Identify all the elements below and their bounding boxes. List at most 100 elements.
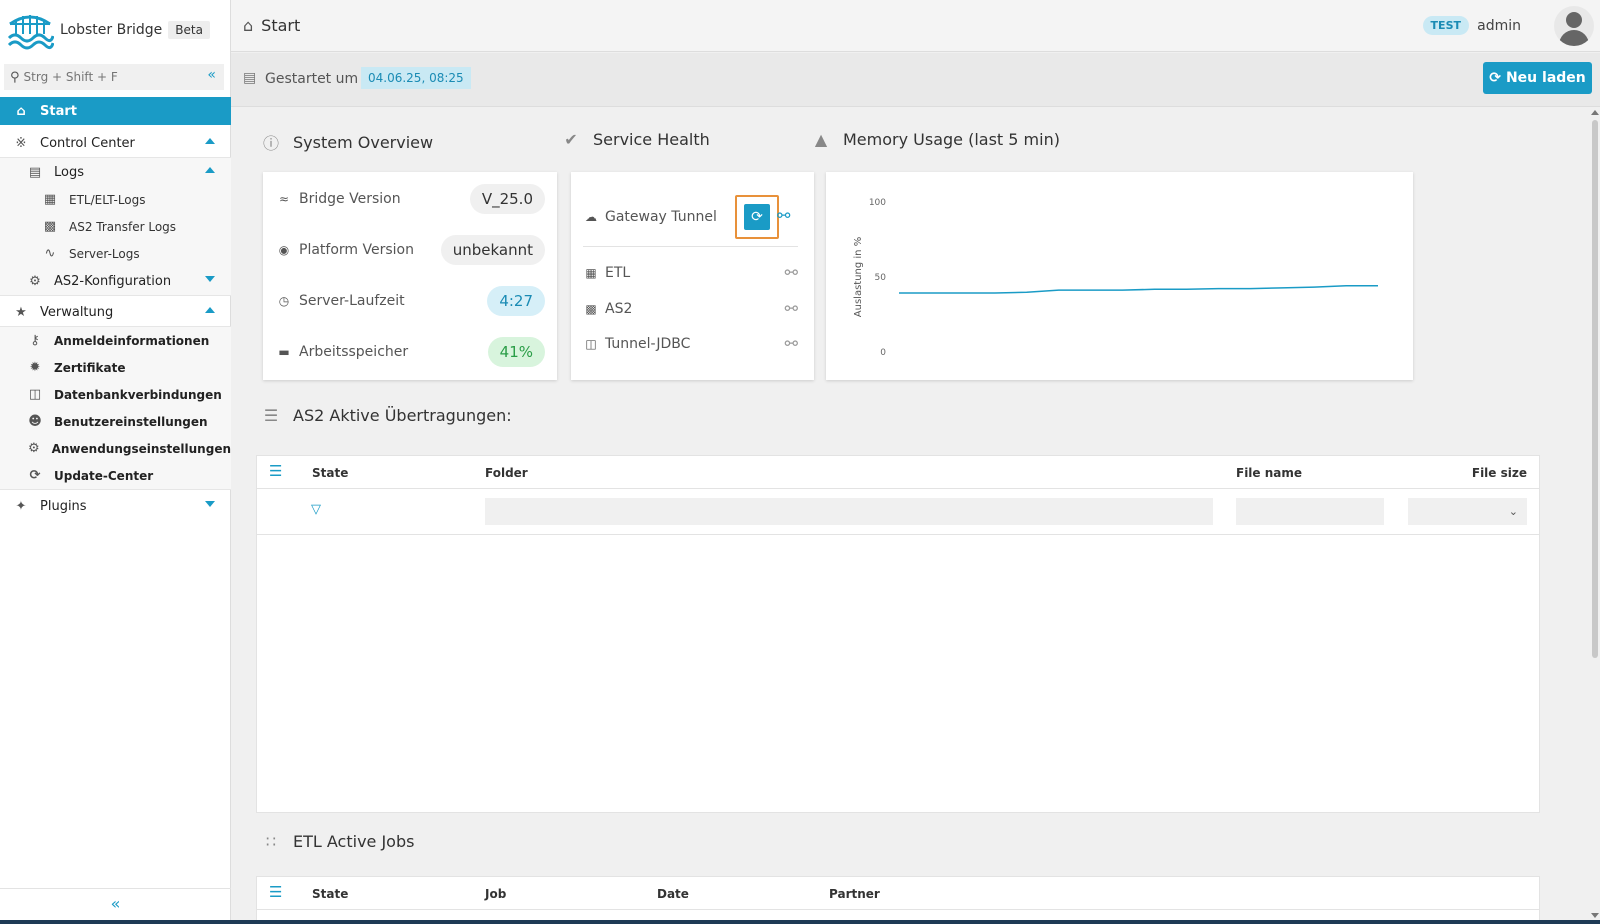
reload-button[interactable]: ⟳ Neu laden	[1483, 62, 1592, 94]
memory-icon: ▬	[278, 345, 290, 359]
sidebar-item-label: AS2 Transfer Logs	[69, 219, 177, 234]
col-date[interactable]: Date	[657, 887, 689, 901]
memory-row: ▬ Arbeitsspeicher 41%	[275, 337, 545, 367]
status-bar: ▤ Gestartet um 04.06.25, 08:25 ⟳ Neu lad…	[231, 53, 1600, 107]
gateway-refresh-button[interactable]: ⟳	[735, 195, 779, 239]
divider	[0, 489, 231, 490]
scrollbar-thumb[interactable]	[1592, 120, 1598, 658]
caret-up-icon	[205, 138, 215, 144]
column-menu-icon[interactable]: ☰	[269, 883, 282, 901]
star-icon: ★	[15, 304, 27, 320]
service-health-title: ✔ Service Health	[561, 130, 710, 149]
reload-label: Neu laden	[1505, 70, 1586, 86]
chevron-down-icon: ⌄	[1508, 505, 1518, 518]
collapse-search-icon[interactable]: «	[207, 67, 216, 83]
system-overview-title: ⓘ System Overview	[261, 130, 433, 154]
verwaltung-group: ⚷ Anmeldeinformationen ✹ Zertifikate ◫ D…	[0, 327, 231, 489]
service-jdbc-row: ◫ Tunnel-JDBC ⚯	[583, 333, 798, 355]
scroll-down-icon[interactable]	[1591, 913, 1599, 918]
page-title: Start	[261, 16, 301, 35]
user-name[interactable]: admin	[1477, 18, 1521, 34]
y-tick-0: 0	[880, 348, 886, 358]
caret-down-icon	[205, 501, 215, 507]
etl-jobs-table: ☰ State Job Date Partner	[256, 876, 1540, 920]
collapse-sidebar-icon[interactable]: «	[0, 888, 231, 920]
col-filesize[interactable]: File size	[1472, 466, 1527, 480]
sidebar-item-logs[interactable]: ▤ Logs	[0, 158, 231, 186]
link-icon[interactable]: ⚯	[785, 263, 798, 282]
sidebar-item-anmeldeinformationen[interactable]: ⚷ Anmeldeinformationen	[0, 327, 231, 354]
filesize-filter-select[interactable]: ⌄	[1408, 498, 1527, 525]
sidebar-item-label: Control Center	[40, 135, 135, 151]
etl-icon: ▦	[585, 266, 597, 280]
memory-value: 41%	[487, 337, 545, 367]
sidebar-item-verwaltung[interactable]: ★ Verwaltung	[0, 298, 231, 326]
gears-icon: ⚙	[29, 273, 41, 289]
calendar-icon: ▤	[243, 70, 257, 86]
caret-down-icon	[205, 276, 215, 282]
sidebar-item-label: Verwaltung	[40, 304, 114, 320]
search-input[interactable]	[23, 70, 184, 84]
control-center-group: ▤ Logs ▦ ETL/ELT-Logs ▩ AS2 Transfer Log…	[0, 158, 231, 295]
sidebar-item-as2-konfiguration[interactable]: ⚙ AS2-Konfiguration	[0, 267, 231, 295]
users-icon: ☻	[28, 414, 42, 429]
sidebar-item-server-logs[interactable]: ∿ Server-Logs	[0, 240, 231, 267]
col-job[interactable]: Job	[485, 887, 506, 901]
sidebar-item-start[interactable]: ⌂ Start	[0, 97, 231, 125]
section-title-text: Service Health	[593, 130, 710, 149]
link-icon[interactable]: ⚯	[785, 334, 798, 353]
col-filename[interactable]: File name	[1236, 466, 1302, 480]
refresh-icon: ⟳	[29, 468, 41, 483]
sidebar-item-as2-logs[interactable]: ▩ AS2 Transfer Logs	[0, 213, 231, 240]
antenna-icon: ※	[15, 135, 27, 151]
filter-row: ▽ ⌄	[257, 489, 1539, 535]
info-icon: ⓘ	[262, 134, 279, 153]
home-icon: ⌂	[16, 103, 26, 119]
as2-transfers-table: ☰ State Folder File name File size ▽ ⌄	[256, 455, 1540, 813]
platform-version-value: unbekannt	[440, 235, 545, 265]
section-title-text: AS2 Aktive Übertragungen:	[293, 406, 512, 425]
sidebar-item-plugins[interactable]: ✦ Plugins	[0, 492, 231, 520]
sidebar-item-label: Update-Center	[54, 468, 154, 483]
service-health-card: ☁ Gateway Tunnel ⟳ ⚯ ▦ ETL ⚯ ▩ AS2 ⚯ ◫ T…	[571, 172, 814, 380]
taskbar	[0, 920, 1600, 924]
sidebar-item-update-center[interactable]: ⟳ Update-Center	[0, 462, 231, 489]
service-label: Tunnel-JDBC	[605, 336, 691, 352]
chart-ylabel: Auslastung in %	[853, 237, 864, 317]
col-state[interactable]: State	[312, 887, 348, 901]
filter-icon[interactable]: ▽	[311, 502, 321, 517]
refresh-icon: ⟳	[1489, 70, 1501, 86]
link-icon[interactable]: ⚯	[777, 206, 814, 225]
page-scrollbar[interactable]	[1590, 108, 1600, 920]
column-menu-icon[interactable]: ☰	[269, 462, 282, 480]
folder-filter-input[interactable]	[485, 498, 1213, 525]
service-gateway-row: ☁ Gateway Tunnel	[583, 206, 753, 228]
sidebar-item-anwendungseinstellungen[interactable]: ⚙ Anwendungseinstellungen	[0, 435, 231, 462]
sidebar-item-etl-logs[interactable]: ▦ ETL/ELT-Logs	[0, 186, 231, 213]
col-partner[interactable]: Partner	[829, 887, 880, 901]
sidebar-item-benutzereinstellungen[interactable]: ☻ Benutzereinstellungen	[0, 408, 231, 435]
caret-up-icon	[205, 307, 215, 313]
filename-filter-input[interactable]	[1236, 498, 1384, 525]
col-folder[interactable]: Folder	[485, 466, 528, 480]
sidebar-item-control-center[interactable]: ※ Control Center	[0, 129, 231, 157]
scroll-up-icon[interactable]	[1591, 110, 1599, 115]
table-header: ☰ State Folder File name File size	[257, 456, 1539, 489]
search-icon: ⚲	[10, 69, 20, 85]
bridge-version-value: V_25.0	[469, 184, 545, 214]
bridge-version-row: ≈ Bridge Version V_25.0	[275, 184, 545, 214]
col-state[interactable]: State	[312, 466, 348, 480]
file-lock-icon: ▩	[43, 219, 57, 234]
sidebar-item-datenbankverbindungen[interactable]: ◫ Datenbankverbindungen	[0, 381, 231, 408]
brand[interactable]: Lobster Bridge Beta	[0, 0, 230, 60]
as2-transfers-title: ☰ AS2 Aktive Übertragungen:	[261, 406, 512, 425]
section-title-text: ETL Active Jobs	[293, 832, 415, 851]
sidebar-item-zertifikate[interactable]: ✹ Zertifikate	[0, 354, 231, 381]
avatar[interactable]	[1554, 6, 1594, 46]
puzzle-icon: ✦	[15, 498, 27, 514]
sidebar-item-label: Benutzereinstellungen	[54, 414, 208, 429]
link-icon[interactable]: ⚯	[785, 299, 798, 318]
cloud-icon: ☁	[585, 210, 597, 224]
divider	[583, 246, 798, 247]
certificate-icon: ✹	[29, 360, 41, 375]
